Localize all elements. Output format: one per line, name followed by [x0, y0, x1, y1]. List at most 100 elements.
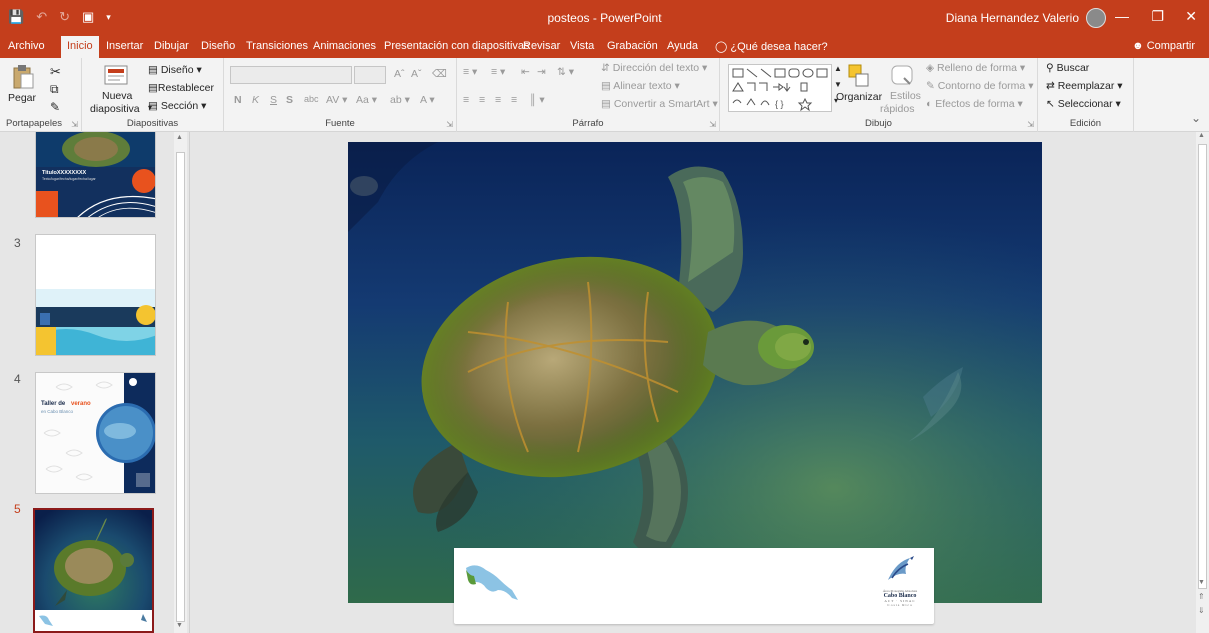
layout-button[interactable]: ▤ Diseño ▾ [148, 64, 202, 76]
increase-indent-icon[interactable]: ⇥ [537, 66, 546, 78]
tab-vista[interactable]: Vista [570, 40, 594, 52]
smartart-button[interactable]: ▤ Convertir a SmartArt ▾ [601, 98, 718, 110]
thumbnails-scrollbar-thumb[interactable] [176, 152, 185, 622]
highlight-icon[interactable]: ab ▾ [390, 94, 410, 106]
tell-me-search[interactable]: ◯ ¿Qué desea hacer? [715, 40, 828, 53]
select-button[interactable]: ↖ Seleccionar ▾ [1046, 98, 1121, 110]
paste-icon[interactable] [12, 64, 34, 90]
shrink-font-icon[interactable]: Aˇ [411, 68, 422, 80]
new-slide-icon[interactable] [104, 64, 128, 88]
align-center-icon[interactable]: ≡ [479, 94, 485, 106]
underline-button[interactable]: S [270, 94, 277, 106]
change-case-button[interactable]: Aa ▾ [356, 94, 377, 106]
slide-thumbnail-3[interactable] [35, 234, 156, 356]
copy-icon[interactable]: ⧉ [50, 82, 59, 97]
shapes-gallery[interactable]: { } [728, 64, 832, 112]
share-button[interactable]: ☻ Compartir [1132, 40, 1195, 52]
new-slide-label-1[interactable]: Nueva [102, 90, 132, 102]
tab-archivo[interactable]: Archivo [8, 40, 45, 52]
justify-icon[interactable]: ≡ [511, 94, 517, 106]
slide-thumbnails-pane: TituloXXXXXXXX Texto/lugar/fecha/lugar/f… [0, 132, 190, 633]
italic-button[interactable]: K [252, 94, 259, 106]
next-slide-icon[interactable]: ⇓ [1198, 606, 1205, 615]
drawing-launcher-icon[interactable]: ⇲ [1027, 120, 1034, 129]
reset-icon: ▤ [148, 82, 158, 94]
shapes-scroll-down-icon[interactable]: ▼ [834, 80, 842, 89]
slide-scrollbar-thumb[interactable] [1198, 144, 1207, 589]
tab-grabacion[interactable]: Grabación [607, 40, 658, 52]
slide-thumbnail-2[interactable]: TituloXXXXXXXX Texto/lugar/fecha/lugar/f… [35, 132, 156, 218]
grow-font-icon[interactable]: Aˆ [394, 68, 405, 80]
pen-icon: ✎ [926, 80, 938, 92]
scroll-up-icon[interactable]: ▲ [1198, 132, 1205, 139]
tab-animaciones[interactable]: Animaciones [313, 40, 376, 52]
tab-transiciones[interactable]: Transiciones [246, 40, 308, 52]
numbering-icon[interactable]: ≡ ▾ [491, 66, 505, 78]
font-size-input[interactable] [354, 66, 386, 84]
reset-button[interactable]: ▤Restablecer [148, 82, 214, 94]
decrease-indent-icon[interactable]: ⇤ [521, 66, 530, 78]
paste-button[interactable]: Pegar [8, 92, 36, 104]
tab-revisar[interactable]: Revisar [523, 40, 560, 52]
scroll-down-icon[interactable]: ▼ [1198, 579, 1205, 586]
slide-thumbnail-4[interactable]: Taller de verano en Cabo Blanco [35, 372, 156, 494]
close-icon[interactable]: ✕ [1185, 8, 1197, 25]
restore-icon[interactable]: ❐ [1151, 8, 1164, 25]
bold-button[interactable]: N [234, 94, 242, 106]
avatar[interactable] [1086, 8, 1106, 28]
slide-thumbnail-5[interactable] [33, 508, 154, 633]
quick-styles-label-2[interactable]: rápidos [880, 103, 914, 115]
paragraph-launcher-icon[interactable]: ⇲ [709, 120, 716, 129]
char-spacing-icon[interactable]: AV ▾ [326, 94, 347, 106]
shape-fill-button[interactable]: ◈ Relleno de forma ▾ [926, 62, 1025, 74]
align-left-icon[interactable]: ≡ [463, 94, 469, 106]
scroll-up-icon[interactable]: ▲ [176, 134, 183, 141]
shape-outline-button[interactable]: ✎ Contorno de forma ▾ [926, 80, 1033, 92]
cut-icon[interactable]: ✂ [50, 64, 61, 80]
user-name[interactable]: Diana Hernandez Valerio [946, 11, 1079, 25]
slide-editing-area: Área Protegida Absoluta Cabo Blanco ACT … [190, 132, 1196, 633]
thumb-sub-text: Texto/lugar/fecha/lugar/fecha/lugar [42, 177, 96, 181]
thumb-title-text: TituloXXXXXXXX [42, 170, 87, 176]
find-button[interactable]: ⚲ Buscar [1046, 62, 1089, 74]
section-button[interactable]: ▤ Sección ▾ [148, 100, 206, 112]
minimize-icon[interactable]: — [1115, 8, 1129, 24]
slide-scrollbar[interactable]: ▲ ▼ ⇑ ⇓ [1196, 132, 1209, 633]
quick-styles-label-1[interactable]: Estilos [890, 90, 921, 102]
columns-icon[interactable]: ║ ▾ [529, 94, 545, 106]
section-icon: ▤ [148, 100, 161, 112]
tab-insertar[interactable]: Insertar [106, 40, 143, 52]
tab-presentacion[interactable]: Presentación con diapositivas [384, 40, 530, 52]
previous-slide-icon[interactable]: ⇑ [1198, 592, 1205, 601]
line-spacing-icon[interactable]: ⇅ ▾ [557, 66, 574, 78]
tab-diseno[interactable]: Diseño [201, 40, 235, 52]
clipboard-launcher-icon[interactable]: ⇲ [71, 120, 78, 129]
shape-effects-button[interactable]: ◐ Efectos de forma ▾ [926, 98, 1023, 110]
font-launcher-icon[interactable]: ⇲ [446, 120, 453, 129]
arrange-icon[interactable] [848, 64, 870, 90]
tab-ayuda[interactable]: Ayuda [667, 40, 698, 52]
align-right-icon[interactable]: ≡ [495, 94, 501, 106]
clipboard-label: Portapapeles [6, 118, 62, 129]
clear-format-icon[interactable]: ⌫ [432, 68, 447, 80]
quick-styles-icon[interactable] [890, 64, 914, 88]
new-slide-label-2[interactable]: diapositiva [90, 103, 140, 115]
tab-inicio[interactable]: Inicio [61, 36, 99, 58]
arrange-button[interactable]: Organizar [836, 91, 882, 103]
collapse-ribbon-icon[interactable]: ⌄ [1191, 111, 1201, 125]
scroll-down-icon[interactable]: ▼ [176, 622, 183, 629]
strikethrough-icon[interactable]: abc [304, 94, 319, 104]
current-slide[interactable] [348, 142, 1042, 603]
bullets-icon[interactable]: ≡ ▾ [463, 66, 477, 78]
replace-button[interactable]: ⇄ Reemplazar ▾ [1046, 80, 1123, 92]
font-name-input[interactable] [230, 66, 352, 84]
font-color-icon[interactable]: A ▾ [420, 94, 435, 106]
cabo-blanco-logo: Área Protegida Absoluta Cabo Blanco ACT … [870, 554, 930, 620]
shapes-scroll-up-icon[interactable]: ▲ [834, 64, 842, 73]
shadow-button[interactable]: S [286, 94, 293, 106]
align-text-button[interactable]: ▤ Alinear texto ▾ [601, 80, 680, 92]
text-direction-button[interactable]: ⇵ Dirección del texto ▾ [601, 62, 707, 74]
format-painter-icon[interactable]: ✎ [50, 100, 60, 114]
thumbnails-scrollbar[interactable]: ▲ ▼ [174, 132, 187, 633]
tab-dibujar[interactable]: Dibujar [154, 40, 189, 52]
